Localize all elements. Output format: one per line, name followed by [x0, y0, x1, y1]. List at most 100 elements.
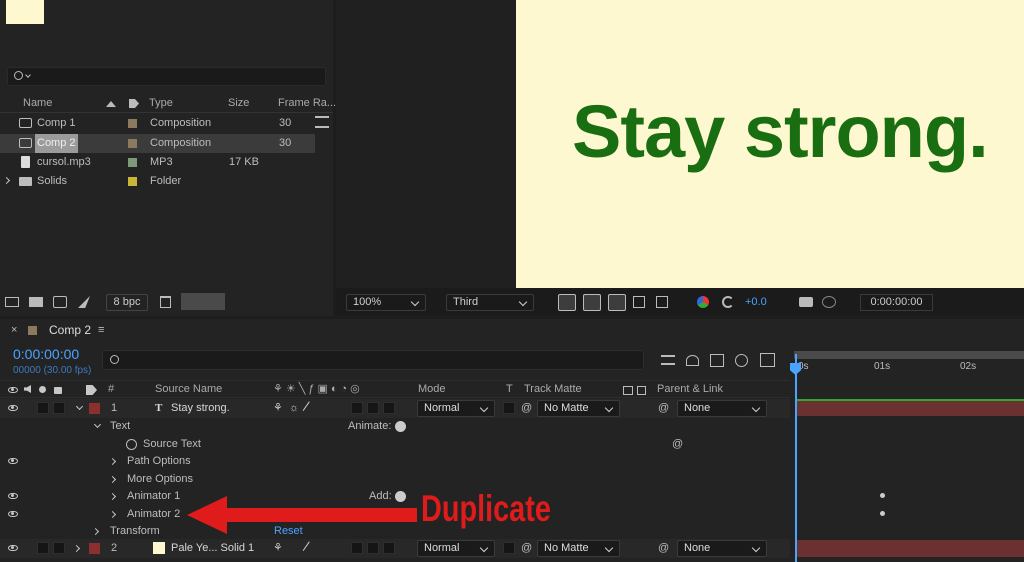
video-switch-icon[interactable] — [8, 387, 18, 393]
time-ruler[interactable]: 0s 01s 02s — [792, 350, 1024, 398]
layer-row-2[interactable]: 2 Pale Ye... Solid 1 ⚘ Normal @ No Matte… — [0, 539, 790, 558]
track-matte-dropdown[interactable]: No Matte — [537, 540, 620, 557]
layer-label-color[interactable] — [89, 403, 100, 414]
layer-expand-icon[interactable] — [75, 402, 84, 411]
frame-blending-icon[interactable] — [735, 354, 748, 367]
path-options-row[interactable]: Path Options — [0, 452, 790, 471]
project-item-label[interactable] — [128, 139, 137, 148]
layer-name[interactable]: Pale Ye... Solid 1 — [171, 539, 254, 558]
reset-exposure-icon[interactable] — [722, 296, 734, 308]
layer-expand-icon[interactable] — [72, 544, 81, 553]
motion-blur-box[interactable] — [367, 542, 379, 554]
composition-canvas[interactable]: Stay strong. — [516, 0, 1024, 288]
fast-previews-icon[interactable] — [558, 294, 576, 311]
mask-visibility-icon[interactable] — [608, 294, 626, 311]
solo-box[interactable] — [53, 402, 65, 414]
matte-invert-icon[interactable] — [637, 386, 646, 395]
label-tag-icon[interactable] — [86, 385, 97, 395]
project-search-input[interactable] — [7, 67, 326, 86]
project-color-swatch[interactable] — [181, 293, 225, 310]
animator-2-visibility-icon[interactable] — [8, 511, 18, 517]
timeline-search-input[interactable] — [102, 350, 644, 370]
column-name[interactable]: Name — [23, 94, 52, 113]
motion-blur-box[interactable] — [367, 402, 379, 414]
more-options-expand-icon[interactable] — [108, 475, 117, 484]
close-tab-icon[interactable]: × — [11, 321, 17, 340]
effects-switch-box[interactable] — [351, 402, 363, 414]
column-frame-rate[interactable]: Frame Ra... — [278, 94, 336, 113]
stopwatch-icon[interactable] — [126, 439, 137, 450]
quality-switch-icon[interactable] — [302, 401, 317, 416]
track-matte-dropdown[interactable]: No Matte — [537, 400, 620, 417]
resolution-dropdown[interactable]: Third — [446, 294, 534, 311]
column-parent-link[interactable]: Parent & Link — [657, 380, 723, 399]
trash-icon[interactable] — [160, 296, 171, 308]
layer-bar-1[interactable] — [797, 399, 1024, 416]
audio-box[interactable] — [37, 542, 49, 554]
text-expand-icon[interactable] — [93, 420, 102, 429]
pick-whip-icon[interactable]: @ — [658, 399, 669, 418]
transform-expand-icon[interactable] — [91, 527, 100, 536]
new-folder-icon[interactable] — [29, 297, 43, 307]
text-group-row[interactable]: Text Animate: — [0, 417, 790, 436]
label-tag-icon[interactable] — [129, 99, 139, 108]
preserve-transparency-box[interactable] — [503, 542, 515, 554]
region-of-interest-icon[interactable] — [633, 296, 645, 308]
solo-switch-icon[interactable] — [39, 386, 46, 393]
adjustment-box[interactable] — [383, 542, 395, 554]
draft-3d-icon[interactable] — [686, 355, 699, 366]
project-item[interactable]: cursol.mp3 MP3 17 KB — [0, 153, 315, 172]
audio-box[interactable] — [37, 402, 49, 414]
column-track-matte[interactable]: Track Matte — [524, 380, 582, 399]
graph-editor-icon[interactable] — [760, 353, 775, 367]
layer-mode-dropdown[interactable]: Normal — [417, 400, 495, 417]
new-composition-icon[interactable] — [53, 296, 67, 308]
layer-bar-2[interactable] — [797, 540, 1024, 557]
parent-dropdown[interactable]: None — [677, 540, 767, 557]
layer-mode-dropdown[interactable]: Normal — [417, 540, 495, 557]
interpret-footage-icon[interactable] — [5, 297, 19, 307]
matte-link-icon[interactable]: @ — [521, 399, 532, 418]
bpc-button[interactable]: 8 bpc — [106, 294, 148, 311]
zoom-dropdown[interactable]: 100% — [346, 294, 426, 311]
solo-box[interactable] — [53, 542, 65, 554]
layer-name[interactable]: Stay strong. — [171, 399, 230, 418]
composition-mini-flowchart-icon[interactable] — [661, 355, 675, 365]
column-source-name[interactable]: Source Name — [155, 380, 222, 399]
animator-1-label[interactable]: Animator 1 — [127, 487, 180, 506]
animate-menu-icon[interactable] — [395, 421, 406, 432]
lock-switch-icon[interactable] — [54, 387, 62, 394]
column-size[interactable]: Size — [228, 94, 249, 113]
matte-toggle-icon[interactable] — [623, 386, 633, 395]
animator-2-keyframe[interactable] — [880, 511, 885, 516]
canvas-text[interactable]: Stay strong. — [572, 90, 989, 174]
path-visibility-icon[interactable] — [8, 458, 18, 464]
pick-whip-icon[interactable]: @ — [658, 539, 669, 558]
project-item-label[interactable] — [128, 158, 137, 167]
project-item-label[interactable] — [128, 177, 137, 186]
send-to-render-icon[interactable] — [78, 296, 90, 308]
parent-dropdown[interactable]: None — [677, 400, 767, 417]
layer-visibility-icon[interactable] — [8, 405, 18, 411]
layer-row-1[interactable]: 1 T Stay strong. ⚘ ☼ Normal @ No Matte @… — [0, 399, 790, 418]
work-area-bar[interactable] — [794, 351, 1024, 359]
adjustment-box[interactable] — [383, 402, 395, 414]
matte-link-icon[interactable]: @ — [521, 539, 532, 558]
project-item[interactable]: Comp 2 Composition 30 — [0, 134, 315, 153]
animator-1-expand-icon[interactable] — [108, 492, 117, 501]
comp-tab[interactable]: Comp 2 — [49, 321, 91, 340]
shy-switch-icon[interactable]: ⚘ — [273, 399, 283, 418]
column-mode[interactable]: Mode — [418, 380, 446, 399]
collapse-switch-icon[interactable]: ☼ — [289, 399, 299, 418]
animator-1-keyframe[interactable] — [880, 493, 885, 498]
quality-switch-icon[interactable] — [302, 541, 317, 556]
path-options-expand-icon[interactable] — [108, 457, 117, 466]
transparency-grid-icon[interactable] — [583, 294, 601, 311]
animator-1-visibility-icon[interactable] — [8, 493, 18, 499]
current-time-indicator[interactable] — [795, 354, 797, 562]
preserve-transparency-box[interactable] — [503, 402, 515, 414]
project-item[interactable]: Comp 1 Composition 30 — [0, 114, 315, 133]
tab-menu-icon[interactable]: ≡ — [98, 321, 104, 340]
snapshot-camera-icon[interactable] — [799, 297, 813, 307]
exposure-value[interactable]: +0.0 — [745, 293, 767, 312]
